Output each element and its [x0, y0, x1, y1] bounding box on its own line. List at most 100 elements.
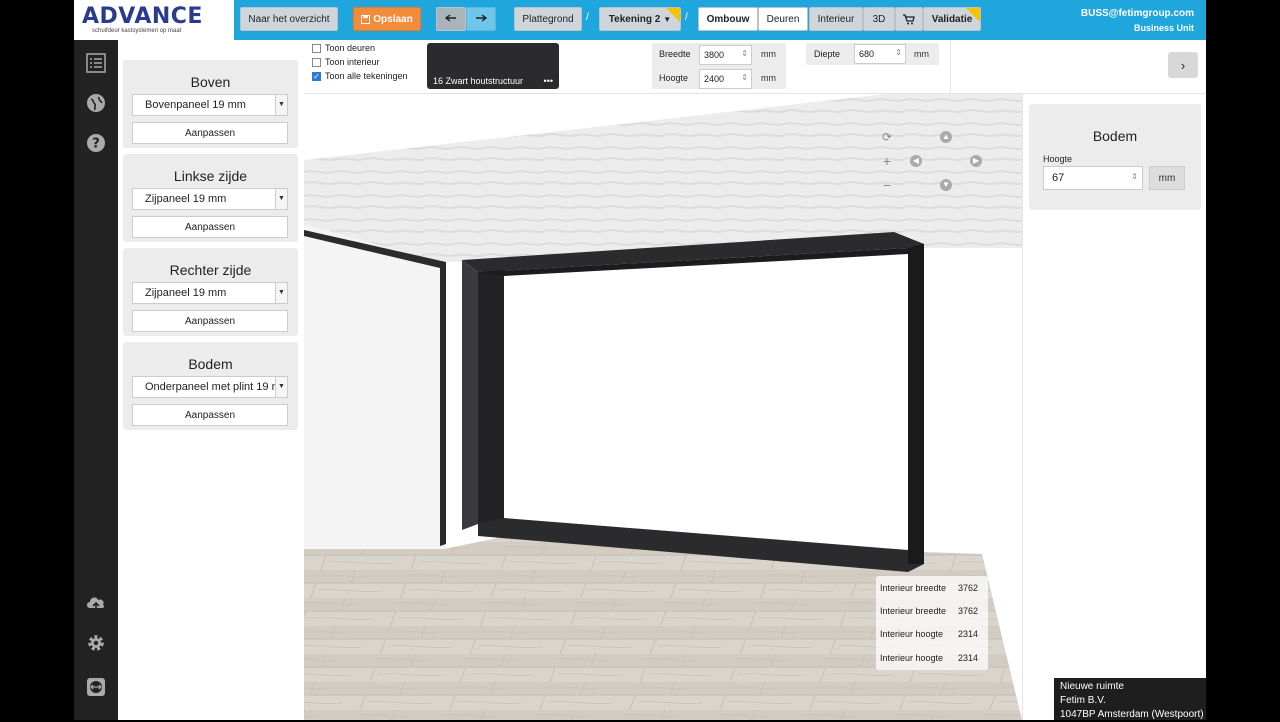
panel-select-value: Onderpaneel met plint 19 mm	[145, 381, 288, 393]
save-icon	[361, 14, 371, 24]
adjust-button[interactable]: Aanpassen	[132, 216, 288, 238]
dimension-value: 2314	[958, 653, 979, 663]
chevron-right-icon: ›	[1180, 57, 1186, 73]
tab-validatie[interactable]: Validatie	[923, 7, 981, 31]
spinner-icon[interactable]: ⇕	[741, 49, 748, 58]
rotate-reset-icon[interactable]: ⟳	[876, 126, 898, 148]
app-window: ADVANCE schuifdeur kastsystemen op maat …	[74, 0, 1206, 720]
svg-text:?: ?	[92, 137, 100, 152]
checkbox-label: Toon alle tekeningen	[325, 71, 408, 81]
panel-select-value: Zijpaneel 19 mm	[145, 193, 227, 205]
group-title: Bodem	[188, 356, 233, 372]
width-label: Breedte	[659, 49, 691, 59]
more-icon[interactable]: •••	[544, 76, 553, 86]
group-linkse-zijde: Linkse zijde Zijpaneel 19 mm ▼ Aanpassen	[123, 154, 298, 242]
height-label: Hoogte	[1043, 154, 1073, 164]
pan-down-icon[interactable]: ▼	[935, 174, 957, 196]
group-title: Boven	[190, 74, 231, 90]
height-input[interactable]: 2400 ⇕	[699, 69, 752, 89]
chevron-down-icon: ▼	[275, 189, 287, 209]
pan-right-icon[interactable]: ▶	[965, 150, 987, 172]
height-unit: mm	[1149, 166, 1185, 190]
undo-button[interactable]	[436, 7, 466, 31]
warning-icon	[966, 8, 980, 22]
tab-deuren[interactable]: Deuren	[758, 7, 808, 31]
depth-label: Diepte	[814, 49, 841, 59]
gear-icon[interactable]	[84, 631, 108, 655]
tab-ombouw[interactable]: Ombouw	[698, 7, 758, 31]
height-unit: mm	[761, 73, 776, 83]
logo[interactable]: ADVANCE schuifdeur kastsystemen op maat	[74, 0, 234, 40]
group-title: Linkse zijde	[173, 168, 248, 184]
spinner-icon[interactable]: ⇕	[741, 73, 748, 82]
spinner-icon[interactable]: ⇕	[1131, 172, 1138, 181]
checkbox-show-all-drawings[interactable]: ✓ Toon alle tekeningen	[312, 71, 408, 81]
group-boven: Boven Bovenpaneel 19 mm ▼ Aanpassen	[123, 60, 298, 148]
panel-select[interactable]: Zijpaneel 19 mm ▼	[132, 282, 288, 304]
component-panel: Boven Bovenpaneel 19 mm ▼ Aanpassen Link…	[118, 40, 304, 720]
user-email[interactable]: BUSS@fetimgroup.com	[1081, 8, 1194, 19]
tab-interieur[interactable]: Interieur	[809, 7, 863, 31]
save-button[interactable]: Opslaan	[353, 7, 421, 31]
list-icon[interactable]	[84, 51, 108, 75]
depth-value: 680	[859, 49, 875, 59]
pan-up-icon[interactable]: ▲	[935, 126, 957, 148]
depth-input[interactable]: 680 ⇕	[854, 44, 906, 64]
panel-select[interactable]: Zijpaneel 19 mm ▼	[132, 188, 288, 210]
chevron-down-icon: ▼	[275, 283, 287, 303]
depth-unit: mm	[914, 49, 929, 59]
height-value: 67	[1052, 172, 1065, 184]
properties-title: Bodem	[1092, 128, 1138, 144]
redo-icon	[476, 14, 487, 22]
left-wall	[304, 224, 446, 580]
group-bodem: Bodem Onderpaneel met plint 19 mm ▼ Aanp…	[123, 342, 298, 430]
checkbox-box[interactable]	[312, 57, 321, 67]
check-icon[interactable]: ✓	[312, 71, 321, 81]
checkbox-label: Toon interieur	[325, 57, 380, 67]
checkbox-show-doors[interactable]: Toon deuren	[312, 43, 375, 53]
adjust-button[interactable]: Aanpassen	[132, 122, 288, 144]
globe-icon[interactable]	[84, 91, 108, 115]
depth-field: Diepte 680 ⇕ mm	[806, 43, 939, 65]
tab-3d[interactable]: 3D	[863, 7, 895, 31]
icon-sidebar: ?	[74, 40, 118, 720]
zoom-out-icon[interactable]: −	[876, 174, 898, 196]
redo-button[interactable]	[466, 7, 496, 31]
adjust-button[interactable]: Aanpassen	[132, 310, 288, 332]
spinner-icon[interactable]: ⇕	[895, 48, 902, 57]
tab-drawing[interactable]: Tekening 2 ▼	[599, 7, 681, 31]
tab-floorplan[interactable]: Plattegrond	[514, 7, 582, 31]
dimension-readout: Interieur breedte 3762 Interieur breedte…	[876, 576, 988, 670]
height-value: 2400	[704, 74, 725, 84]
logo-tagline: schuifdeur kastsystemen op maat	[92, 28, 182, 34]
checkbox-show-interior[interactable]: Toon interieur	[312, 57, 380, 67]
panel-select[interactable]: Onderpaneel met plint 19 mm ▼	[132, 376, 288, 398]
dimension-value: 3762	[958, 583, 979, 593]
dimension-label: Interieur hoogte	[880, 653, 944, 663]
cabinet-left-side	[462, 260, 478, 530]
divider	[950, 40, 951, 94]
panel-select[interactable]: Bovenpaneel 19 mm ▼	[132, 94, 288, 116]
cloud-upload-icon[interactable]	[84, 591, 108, 615]
width-input[interactable]: 3800 ⇕	[699, 45, 752, 65]
material-swatch[interactable]: 16 Zwart houtstructuur •••	[427, 43, 559, 89]
checkbox-box[interactable]	[312, 43, 321, 53]
project-info: Nieuwe ruimte Fetim B.V. 1047BP Amsterda…	[1054, 678, 1206, 720]
height-label: Hoogte	[659, 73, 689, 83]
cart-button[interactable]	[895, 7, 923, 31]
height-input[interactable]: 67 ⇕	[1043, 166, 1143, 190]
breadcrumb-separator: /	[685, 12, 688, 23]
width-unit: mm	[761, 49, 776, 59]
zoom-in-icon[interactable]: +	[876, 150, 898, 172]
overview-button[interactable]: Naar het overzicht	[240, 7, 338, 31]
dimension-value: 2314	[958, 629, 979, 639]
help-icon[interactable]: ?	[84, 131, 108, 155]
undo-icon	[445, 14, 456, 22]
remote-support-icon[interactable]	[84, 675, 108, 699]
top-bar: ADVANCE schuifdeur kastsystemen op maat …	[74, 0, 1206, 40]
next-button[interactable]: ›	[1168, 52, 1198, 78]
project-name: Nieuwe ruimte	[1060, 681, 1124, 692]
panel-select-value: Bovenpaneel 19 mm	[145, 99, 246, 111]
adjust-button[interactable]: Aanpassen	[132, 404, 288, 426]
pan-left-icon[interactable]: ◀	[905, 150, 927, 172]
